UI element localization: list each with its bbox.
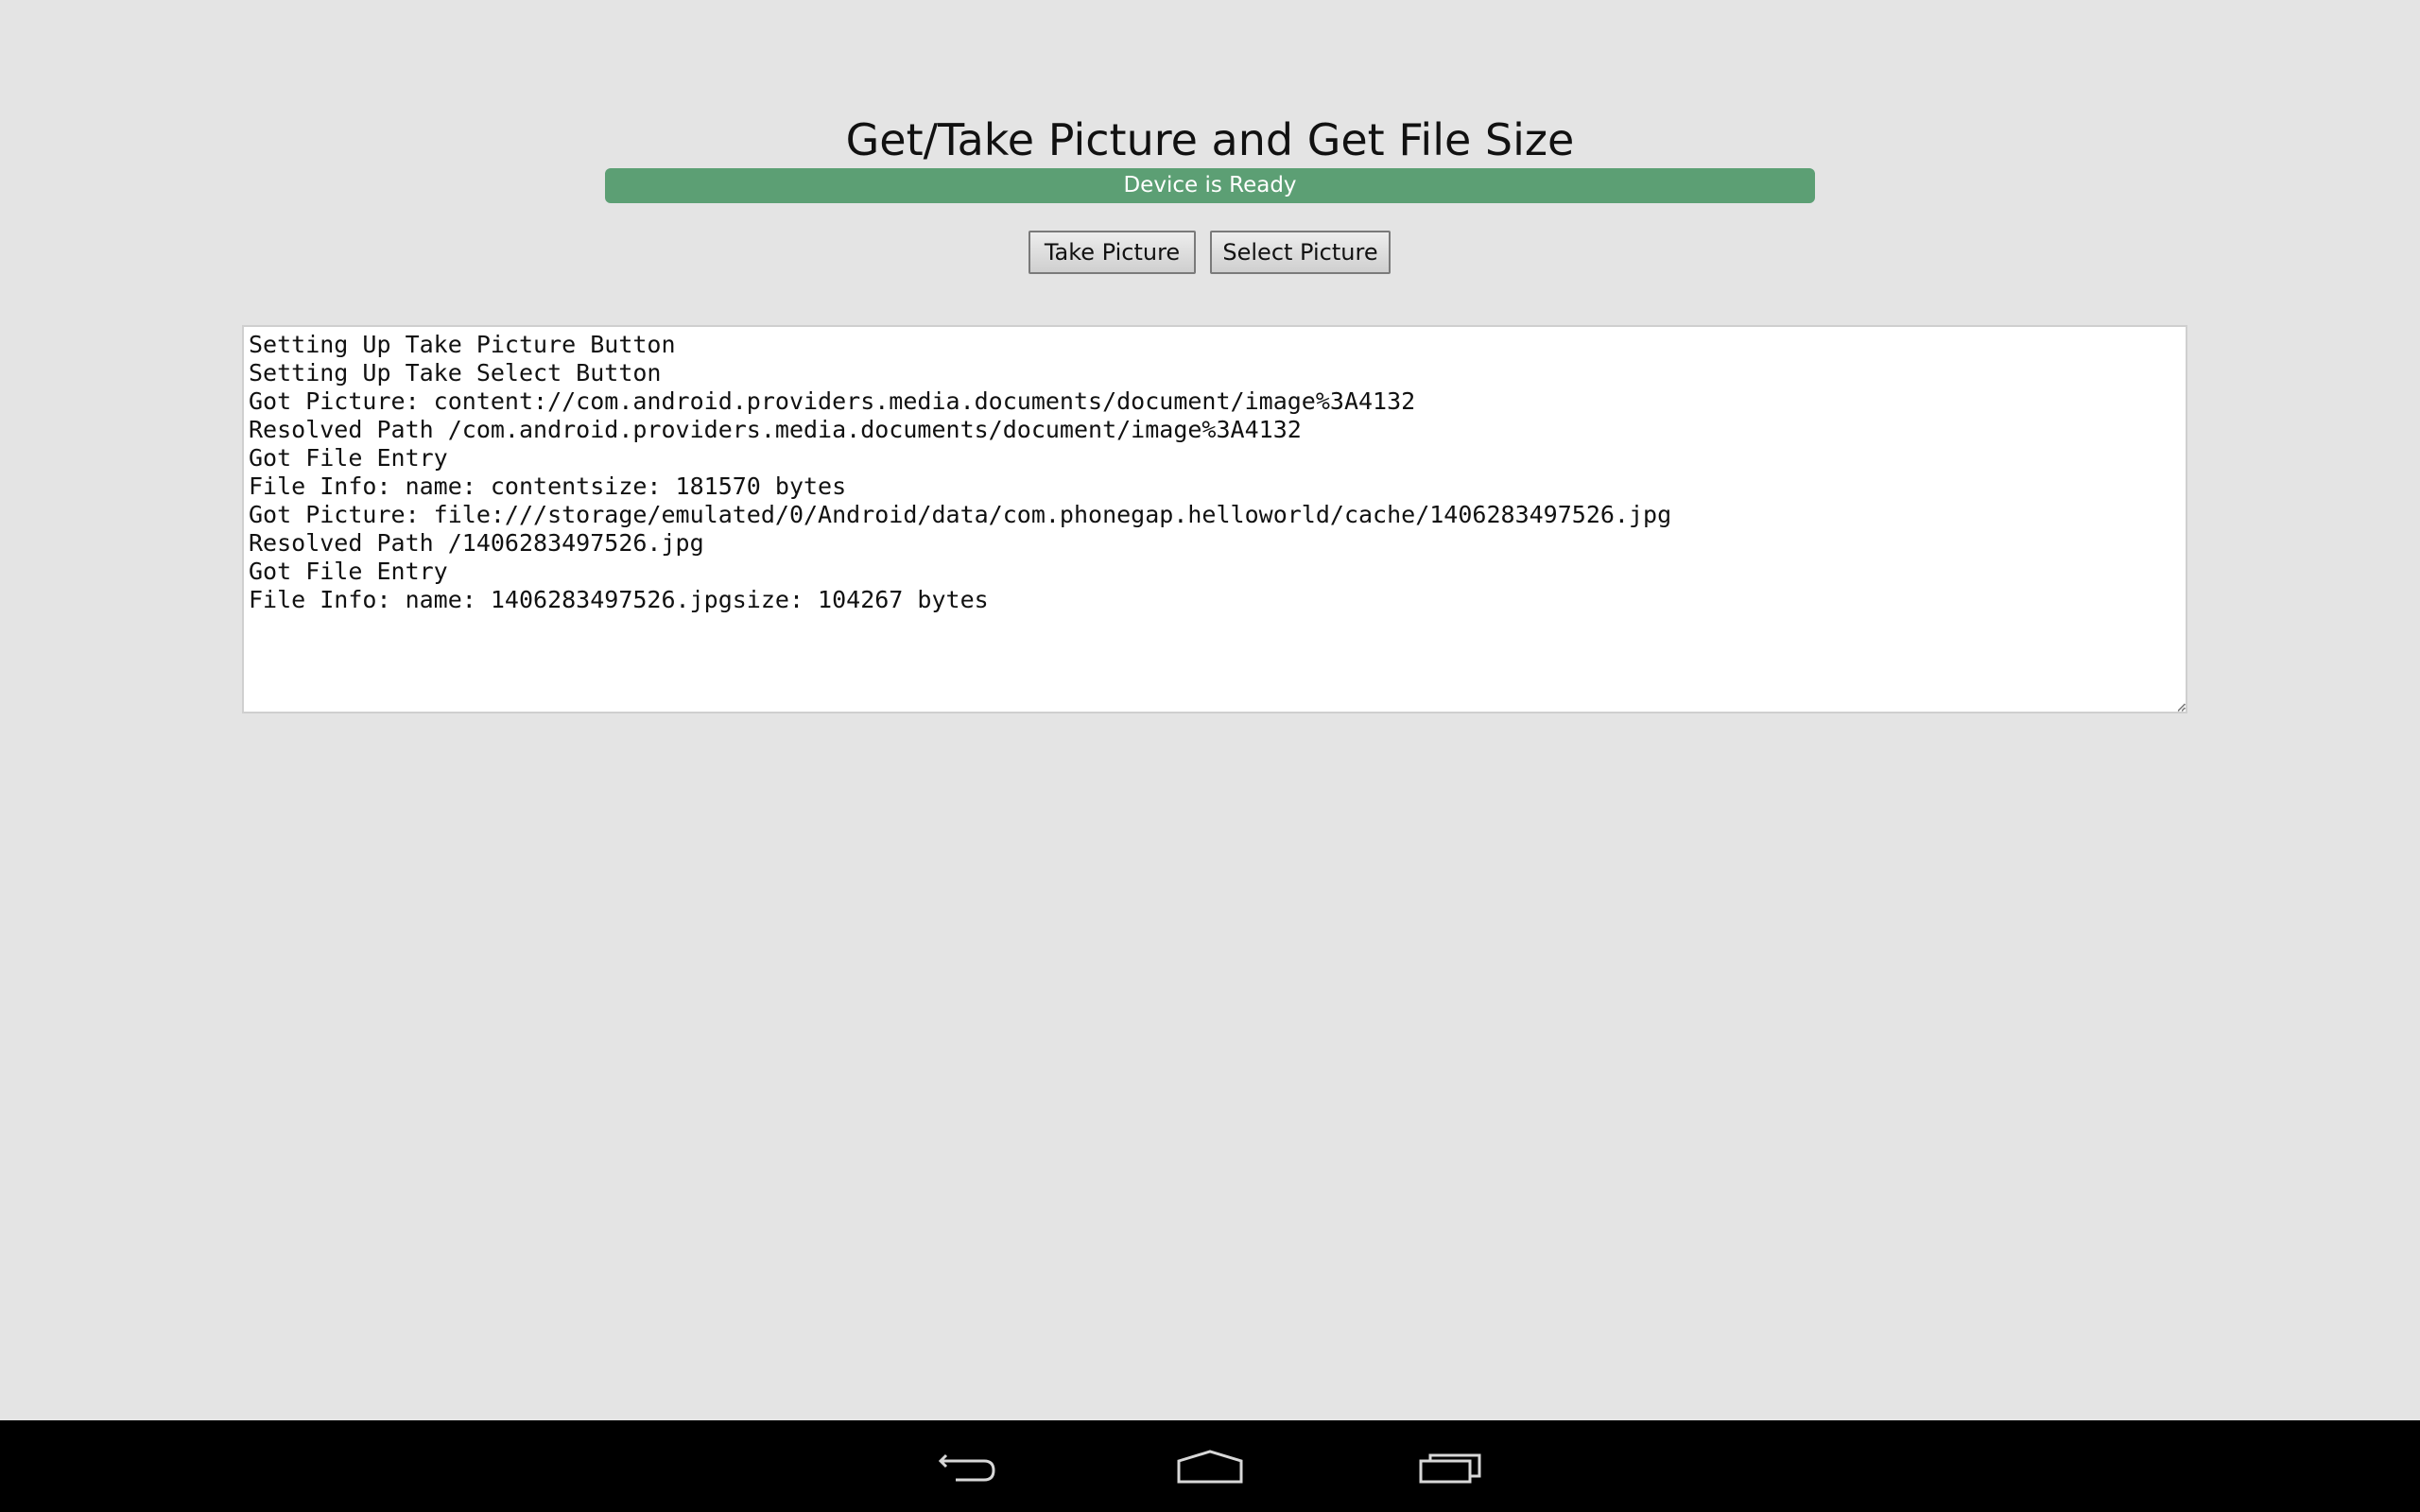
home-button[interactable]: [1172, 1444, 1248, 1489]
app-screen: Get/Take Picture and Get File Size Devic…: [0, 0, 2420, 1420]
take-picture-button[interactable]: Take Picture: [1028, 231, 1196, 274]
recent-apps-button[interactable]: [1414, 1444, 1490, 1489]
log-textarea[interactable]: [242, 325, 2187, 713]
resize-handle-icon[interactable]: [2176, 702, 2186, 712]
back-button[interactable]: [930, 1444, 1006, 1489]
status-badge: Device is Ready: [605, 168, 1815, 203]
button-row: Take Picture Select Picture: [0, 231, 2420, 274]
select-picture-button[interactable]: Select Picture: [1210, 231, 1391, 274]
recent-apps-icon: [1419, 1453, 1481, 1484]
back-icon: [938, 1453, 995, 1482]
page-title: Get/Take Picture and Get File Size: [845, 114, 1575, 165]
home-icon: [1177, 1450, 1243, 1484]
